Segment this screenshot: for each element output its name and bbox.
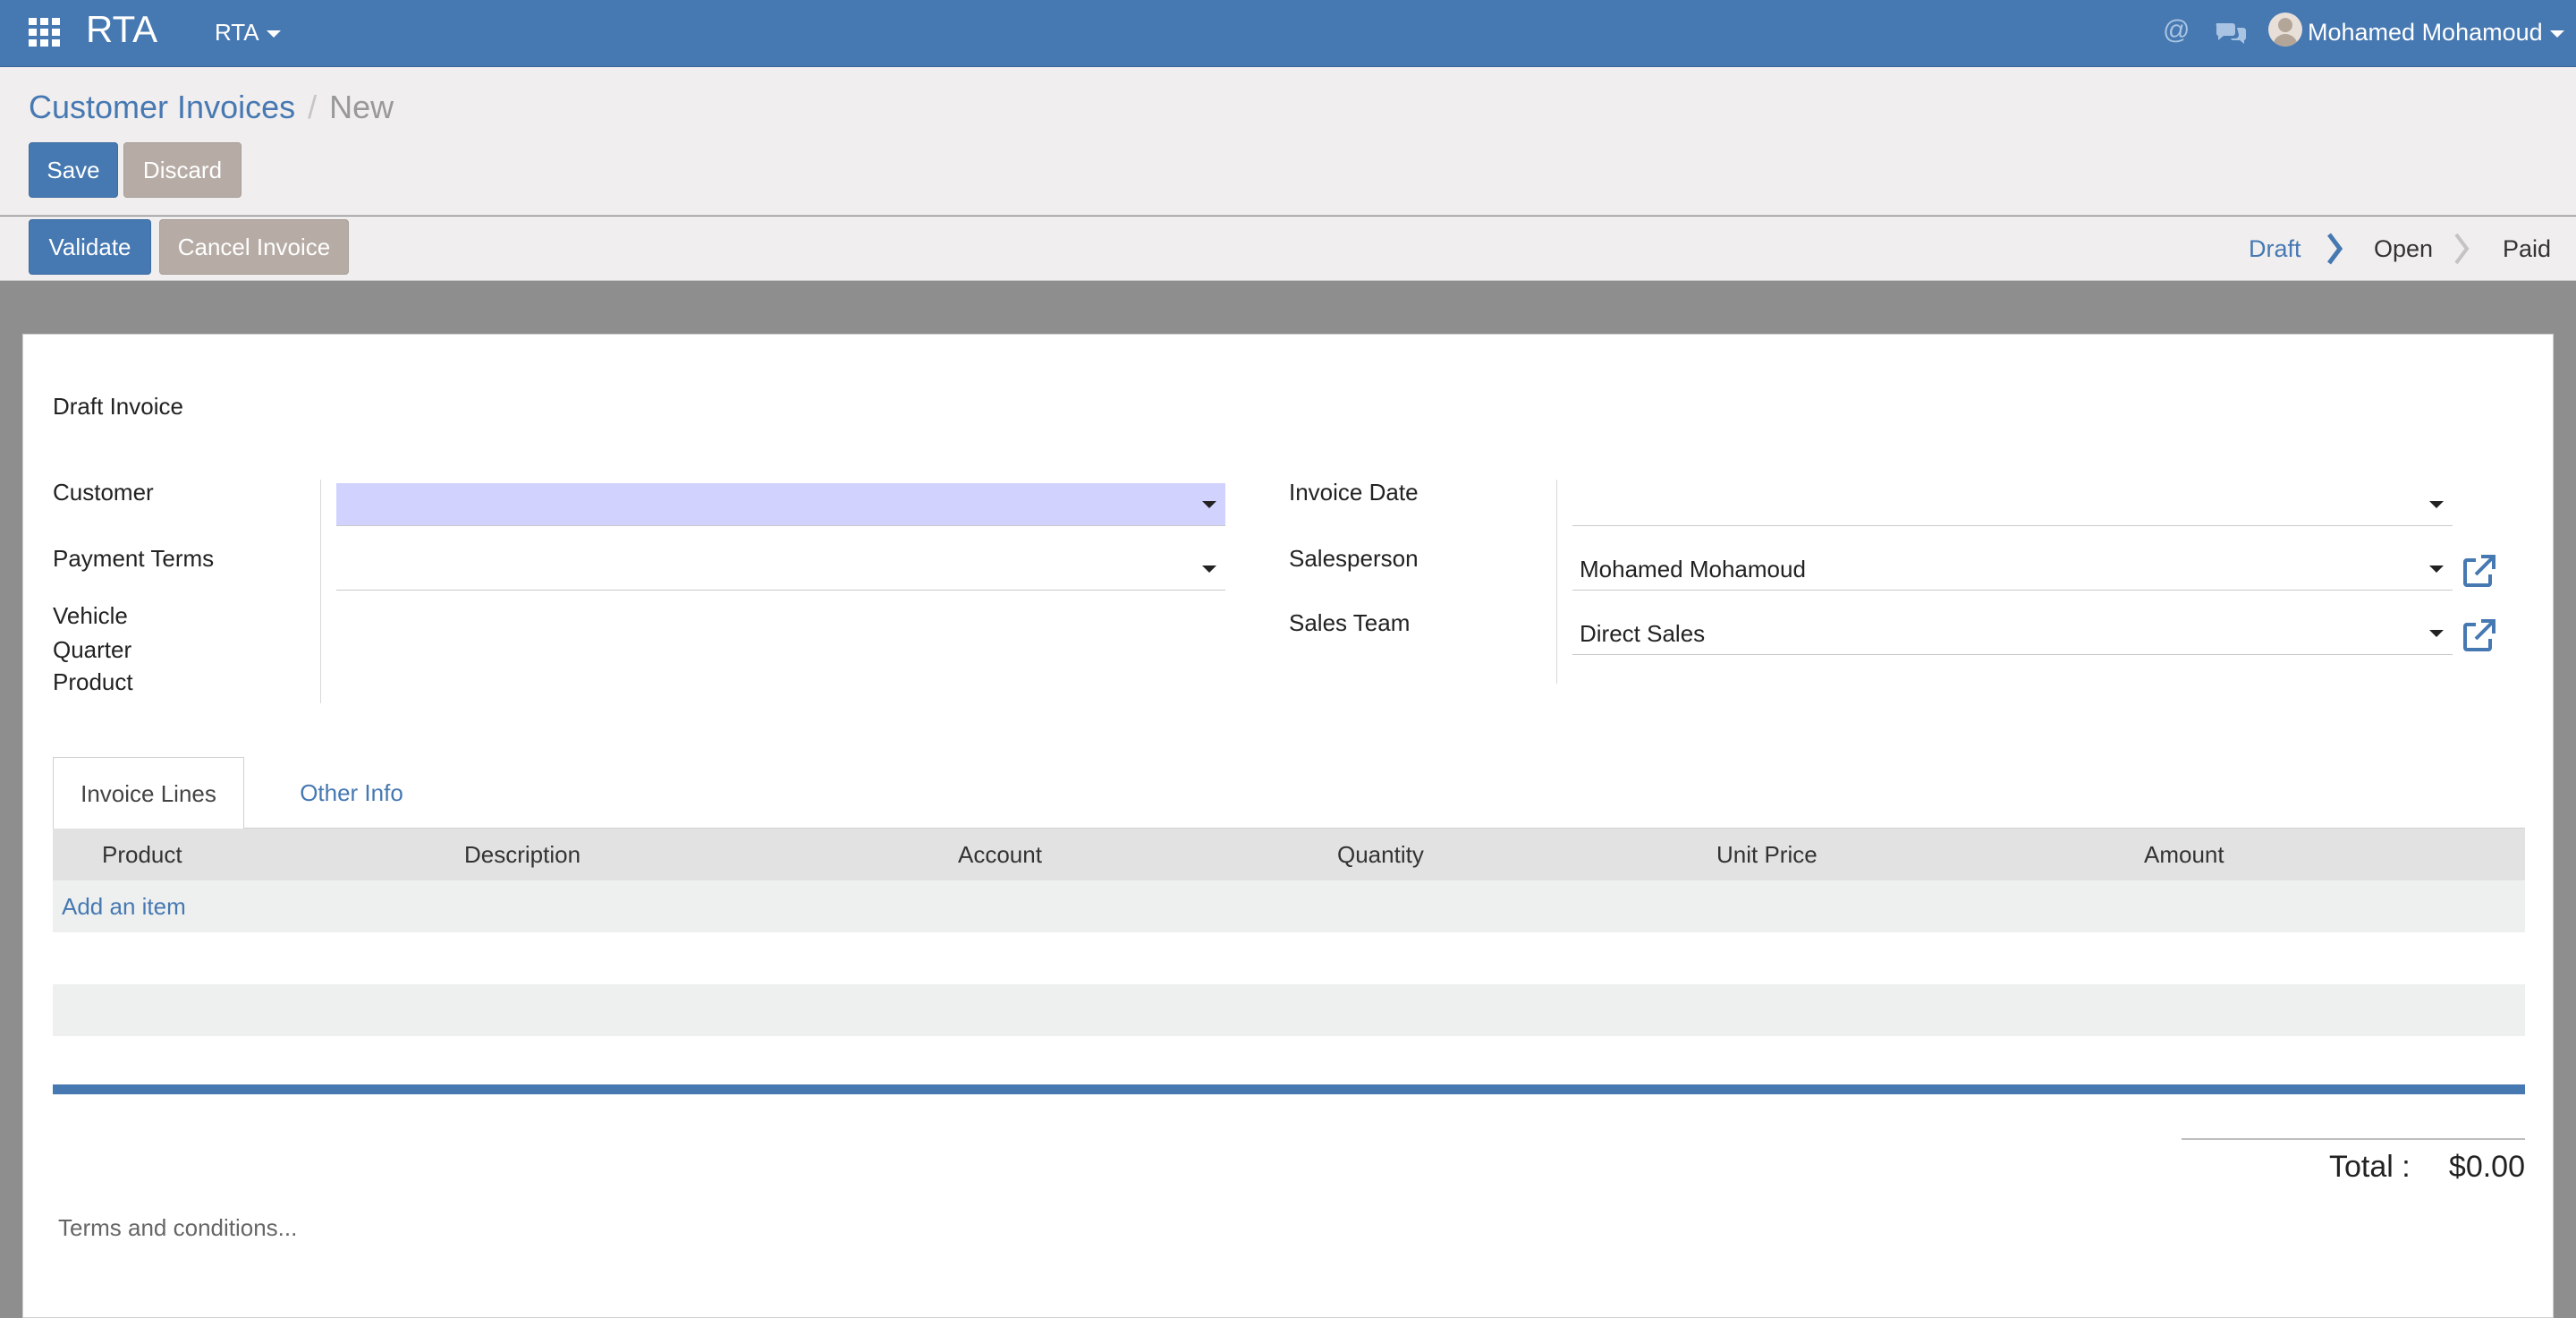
chevron-right-icon <box>2454 233 2470 265</box>
tab-other-info[interactable]: Other Info <box>265 757 438 829</box>
invoice-date-field[interactable] <box>1572 483 2453 526</box>
add-item-link[interactable]: Add an item <box>62 890 186 923</box>
caret-down-icon <box>266 30 281 38</box>
product-label: Product <box>53 668 133 695</box>
salesperson-value: Mohamed Mohamoud <box>1580 556 1806 582</box>
vehicle-label: Vehicle <box>53 602 128 629</box>
terms-conditions-field[interactable]: Terms and conditions... <box>58 1212 297 1244</box>
chat-icon[interactable] <box>2215 20 2247 45</box>
validate-button[interactable]: Validate <box>29 219 151 275</box>
sales-team-label: Sales Team <box>1289 609 1411 636</box>
external-link-icon[interactable] <box>2462 553 2497 589</box>
caret-down-icon[interactable] <box>2429 630 2444 637</box>
cancel-invoice-button[interactable]: Cancel Invoice <box>159 219 349 275</box>
empty-line-row <box>53 984 2525 1036</box>
salesperson-field[interactable]: Mohamed Mohamoud <box>1572 548 2453 591</box>
user-avatar-icon[interactable] <box>2268 13 2302 47</box>
customer-field[interactable] <box>336 483 1225 526</box>
payment-terms-field[interactable] <box>336 548 1225 591</box>
breadcrumb-current: New <box>329 89 394 125</box>
stage-paid[interactable]: Paid <box>2503 233 2551 265</box>
invoice-statusbar: Validate Cancel Invoice Draft Open Paid <box>0 217 2576 281</box>
column-description[interactable]: Description <box>464 838 580 871</box>
column-unit-price[interactable]: Unit Price <box>1716 838 1818 871</box>
invoice-lines-header: Product Description Account Quantity Uni… <box>53 829 2525 880</box>
company-name: RTA <box>215 19 259 46</box>
total-amount: $0.00 <box>2448 1150 2525 1184</box>
main-navbar: RTA RTA @ Mohamed Mohamoud <box>0 0 2576 67</box>
tab-invoice-lines[interactable]: Invoice Lines <box>53 757 244 829</box>
total-divider <box>2182 1138 2525 1140</box>
total-label: Total : <box>2329 1150 2411 1184</box>
stage-draft[interactable]: Draft <box>2249 233 2301 265</box>
breadcrumb-separator: / <box>308 89 318 125</box>
column-quantity[interactable]: Quantity <box>1337 838 1424 871</box>
apps-grid-icon[interactable] <box>29 18 61 47</box>
external-link-icon[interactable] <box>2462 617 2497 653</box>
breadcrumb-customer-invoices[interactable]: Customer Invoices <box>29 89 295 125</box>
customer-label: Customer <box>53 479 154 506</box>
save-button[interactable]: Save <box>29 142 118 198</box>
brand-logo: RTA <box>86 8 158 50</box>
column-product[interactable]: Product <box>102 838 182 871</box>
left-group-divider <box>320 480 321 703</box>
invoice-date-label: Invoice Date <box>1289 479 1419 506</box>
chevron-right-icon <box>2327 233 2343 265</box>
caret-down-icon[interactable] <box>1202 501 1216 508</box>
sales-team-field[interactable]: Direct Sales <box>1572 612 2453 655</box>
user-name: Mohamed Mohamoud <box>2308 19 2543 46</box>
caret-down-icon[interactable] <box>1202 565 1216 573</box>
salesperson-label: Salesperson <box>1289 545 1419 572</box>
caret-down-icon[interactable] <box>2429 565 2444 573</box>
sales-team-value: Direct Sales <box>1580 620 1706 647</box>
caret-down-icon[interactable] <box>2429 501 2444 508</box>
invoice-form-sheet: Draft Invoice Customer Payment Terms Veh… <box>22 334 2554 1318</box>
column-amount[interactable]: Amount <box>2144 838 2224 871</box>
at-sign-icon[interactable]: @ <box>2163 14 2190 47</box>
payment-terms-label: Payment Terms <box>53 545 215 572</box>
add-item-row: Add an item <box>53 880 2525 932</box>
form-title: Draft Invoice <box>53 393 183 420</box>
user-menu[interactable]: Mohamed Mohamoud <box>2308 16 2564 48</box>
empty-line-row <box>53 932 2525 984</box>
company-switcher[interactable]: RTA <box>215 16 281 48</box>
stage-open[interactable]: Open <box>2374 233 2433 265</box>
table-footer-bar <box>53 1084 2525 1094</box>
caret-down-icon <box>2549 30 2564 38</box>
discard-button[interactable]: Discard <box>123 142 242 198</box>
right-group-divider <box>1556 480 1557 684</box>
quarter-label: Quarter <box>53 636 132 663</box>
breadcrumb: Customer Invoices / New <box>29 87 394 128</box>
control-panel: Customer Invoices / New Save Discard <box>0 67 2576 216</box>
column-account[interactable]: Account <box>958 838 1042 871</box>
